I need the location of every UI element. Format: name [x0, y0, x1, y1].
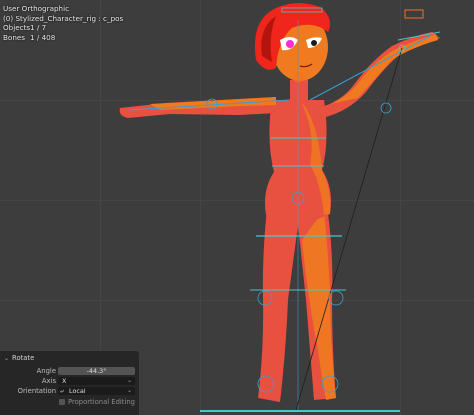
3d-viewport[interactable]: User Orthographic (0) Stylized_Character…: [0, 0, 474, 415]
chevron-down-icon[interactable]: ⌄: [4, 355, 9, 362]
axis-dropdown[interactable]: X ⌄: [58, 377, 135, 385]
view-name: User Orthographic: [3, 4, 70, 13]
orientation-local-icon: ⤶: [60, 387, 64, 395]
axis-label: Axis: [41, 377, 56, 385]
checkbox-icon[interactable]: [59, 399, 65, 405]
panel-header[interactable]: ⌄ Rotate: [4, 353, 34, 363]
stats-row-bones: Bones 1 / 408: [3, 33, 123, 43]
axis-value: X: [62, 377, 67, 385]
stats-label: Objects: [3, 23, 31, 33]
orientation-row: Orientation ⤶ Local ⌄: [0, 387, 139, 396]
dropdown-arrow-icon: ⌄: [127, 378, 132, 384]
stats-label: Bones: [3, 32, 26, 42]
panel-title: Rotate: [12, 354, 35, 362]
proportional-editing-row[interactable]: Proportional Editing: [0, 398, 139, 407]
character-iris: [286, 40, 294, 48]
orientation-value: Local: [69, 387, 86, 395]
orientation-label: Orientation: [17, 387, 56, 395]
angle-label: Angle: [36, 367, 56, 375]
axis-row: Axis X ⌄: [0, 377, 139, 386]
dropdown-arrow-icon: ⌄: [127, 388, 132, 394]
angle-row: Angle -44.3°: [0, 367, 139, 376]
rig-control-circle[interactable]: [380, 102, 392, 114]
rig-ik-target[interactable]: [404, 9, 424, 19]
angle-value: -44.3°: [86, 367, 107, 375]
angle-field[interactable]: -44.3°: [58, 367, 135, 375]
stats-value: 1 / 7: [30, 23, 47, 33]
redo-operator-panel[interactable]: ⌄ Rotate Angle -44.3° Axis X ⌄ Orientation…: [0, 351, 139, 415]
proportional-editing-label: Proportional Editing: [68, 398, 135, 406]
object-info: (0) Stylized_Character_rig : c_pos: [3, 13, 124, 23]
stats-row-objects: Objects1 / 7: [3, 23, 123, 33]
viewport-stats-overlay: User Orthographic (0) Stylized_Character…: [3, 4, 123, 42]
orientation-dropdown[interactable]: ⤶ Local ⌄: [58, 387, 135, 395]
stats-value: 1 / 408: [30, 32, 56, 42]
character-iris: [311, 40, 317, 46]
character-neck: [290, 80, 308, 104]
rig-arm-bone: [309, 35, 431, 101]
